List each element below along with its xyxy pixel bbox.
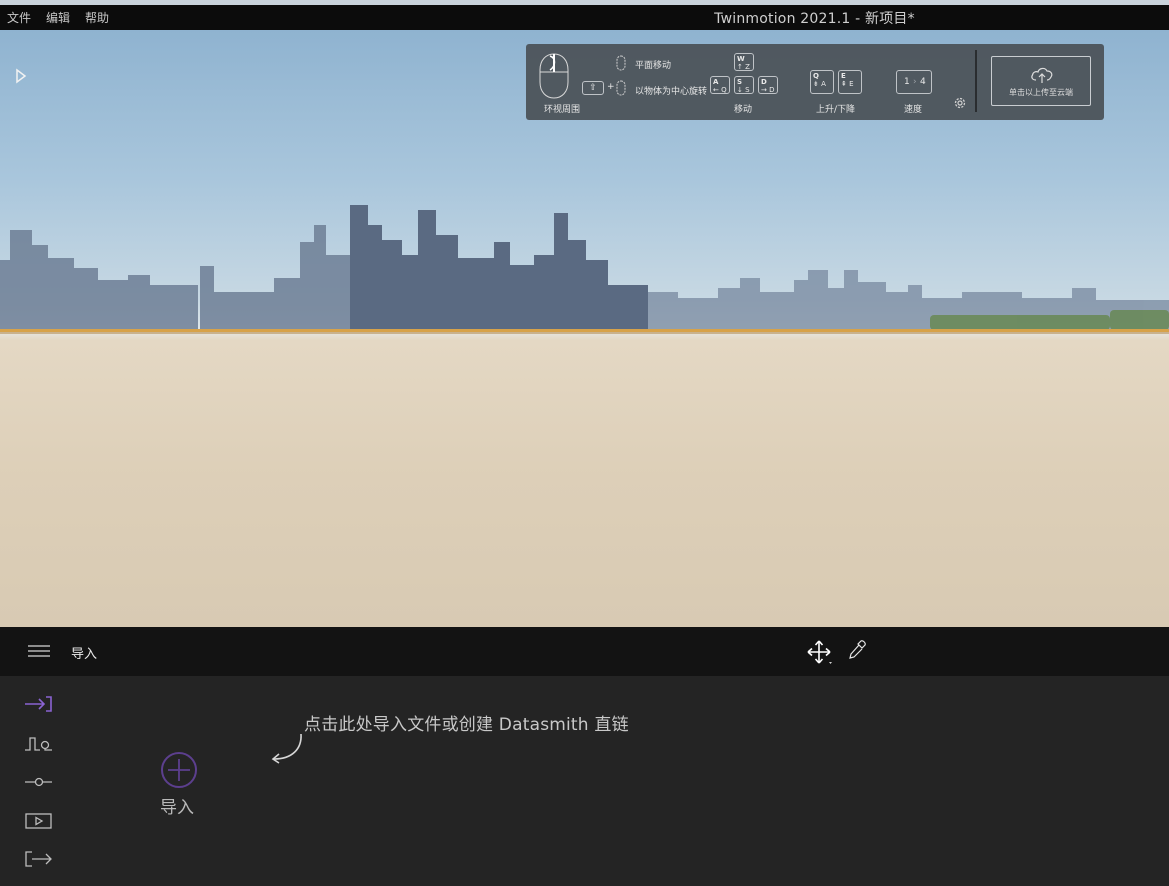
key-s: S ↓ S (734, 76, 754, 94)
upload-to-cloud-button[interactable]: 单击以上传至云端 (991, 56, 1091, 106)
move-label: 移动 (734, 105, 753, 115)
plus-sign: + (607, 82, 615, 92)
import-panel: 导入 点击此处导入文件或创建 Datasmith 直链 (0, 676, 1169, 886)
scroll-wheel-icon-2 (616, 80, 626, 96)
media-icon[interactable] (24, 810, 54, 832)
key-a: A ← Q (710, 76, 730, 94)
import-add-button[interactable] (160, 751, 200, 791)
mouse-icon (539, 53, 569, 99)
3d-viewport[interactable]: 环视周围 平面移动 ⇧ + 以物体为中心旋转 W ↑ Z A ← Q S ↓ S D →… (0, 30, 1169, 627)
speed-label: 速度 (904, 105, 923, 115)
speed-keys: 1 › 4 (896, 70, 932, 94)
bottom-toolbar: 导入 (0, 627, 1169, 676)
key-w: W ↑ Z (734, 53, 754, 71)
rotate-label: 以物体为中心旋转 (635, 87, 708, 97)
navigation-help-panel: 环视周围 平面移动 ⇧ + 以物体为中心旋转 W ↑ Z A ← Q S ↓ S D →… (526, 44, 1104, 120)
shift-key-icon: ⇧ (582, 81, 604, 95)
move-tool-icon[interactable] (806, 639, 834, 667)
menu-bar: 文件 编辑 帮助 Twinmotion 2021.1 - 新项目* (0, 5, 1169, 30)
section-title: 导入 (71, 647, 98, 662)
panel-divider (975, 50, 977, 112)
context-icon[interactable] (24, 732, 54, 754)
cloud-upload-icon (1031, 67, 1053, 83)
export-icon[interactable] (24, 848, 54, 870)
eyedropper-icon[interactable] (847, 639, 867, 661)
scroll-wheel-icon (616, 55, 626, 71)
key-d: D → D (758, 76, 778, 94)
orbit-label: 环视周围 (544, 105, 581, 115)
gear-icon[interactable] (953, 96, 967, 110)
key-e: E ⇞ E (838, 70, 862, 94)
cloud-button-label: 单击以上传至云端 (1009, 88, 1073, 97)
import-hint-text: 点击此处导入文件或创建 Datasmith 直链 (304, 715, 629, 735)
expand-panel-icon[interactable] (14, 68, 28, 84)
hamburger-menu-icon[interactable] (27, 643, 51, 659)
hint-arrow-icon (271, 733, 302, 764)
key-q: Q ⇟ A (810, 70, 834, 94)
pan-label: 平面移动 (635, 61, 672, 71)
import-icon[interactable] (24, 693, 54, 715)
import-label[interactable]: 导入 (160, 793, 194, 818)
updown-label: 上升/下降 (816, 105, 856, 115)
window-title: Twinmotion 2021.1 - 新项目* (714, 11, 915, 27)
app-window: 文件 编辑 帮助 Twinmotion 2021.1 - 新项目* 环视周围 平… (0, 0, 1169, 886)
configure-icon[interactable] (24, 771, 54, 793)
